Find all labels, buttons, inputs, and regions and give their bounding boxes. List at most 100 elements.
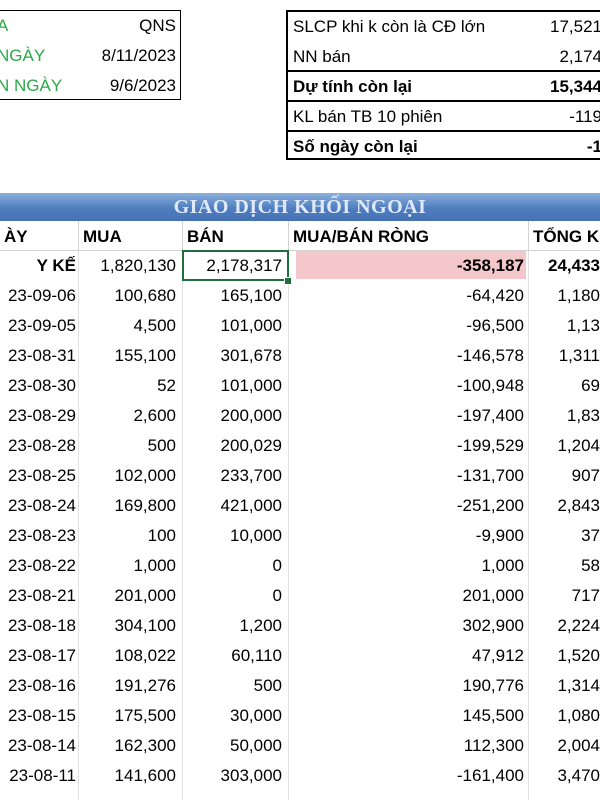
tong-cell[interactable]: 1,83 xyxy=(530,401,600,431)
ticker-row[interactable]: A QNS xyxy=(0,11,180,41)
cumulative-row[interactable]: Y KẾ 1,820,130 2,178,317 -358,187 24,433 xyxy=(0,251,600,281)
mua-cell[interactable]: 2,600 xyxy=(80,401,176,431)
table-row[interactable]: 23-08-30 52 101,000 -100,948 69 xyxy=(0,371,600,401)
ban-cell[interactable]: 50,000 xyxy=(184,731,282,761)
tong-cell[interactable]: 2,843 xyxy=(530,491,600,521)
mua-cell[interactable]: 108,022 xyxy=(80,641,176,671)
mua-cell[interactable]: 1,000 xyxy=(80,551,176,581)
net-cell[interactable]: 145,500 xyxy=(290,701,524,731)
summary-row-threshold[interactable]: SLCP khi k còn là CĐ lớn 17,521 xyxy=(288,12,600,42)
tong-cell[interactable]: 1,520 xyxy=(530,641,600,671)
mua-cell[interactable]: 201,000 xyxy=(80,581,176,611)
ban-cell[interactable]: 200,029 xyxy=(184,431,282,461)
ban-cell[interactable]: 233,700 xyxy=(184,461,282,491)
ban-cell[interactable]: 301,678 xyxy=(184,341,282,371)
date-cell[interactable]: 23-08-21 xyxy=(0,581,76,611)
cumulative-net[interactable]: -358,187 xyxy=(290,251,524,281)
table-row[interactable]: 23-08-15 175,500 30,000 145,500 1,080 xyxy=(0,701,600,731)
ban-cell[interactable]: 200,000 xyxy=(184,401,282,431)
tong-cell[interactable]: 1,180 xyxy=(530,281,600,311)
table-row[interactable]: 23-08-14 162,300 50,000 112,300 2,004 xyxy=(0,731,600,761)
ban-cell[interactable]: 101,000 xyxy=(184,311,282,341)
date-cell[interactable]: 23-08-14 xyxy=(0,731,76,761)
table-row[interactable]: 23-08-22 1,000 0 1,000 58 xyxy=(0,551,600,581)
date-cell[interactable]: 23-09-05 xyxy=(0,311,76,341)
summary-row-foreign-sold[interactable]: NN bán 2,174 xyxy=(288,42,600,72)
header-tong[interactable]: TỔNG K xyxy=(529,221,600,251)
ban-cell[interactable]: 10,000 xyxy=(184,521,282,551)
ban-cell[interactable]: 421,000 xyxy=(184,491,282,521)
net-cell[interactable]: 201,000 xyxy=(290,581,524,611)
mua-cell[interactable]: 102,000 xyxy=(80,461,176,491)
ban-cell[interactable]: 60,110 xyxy=(184,641,282,671)
tong-cell[interactable]: 69 xyxy=(530,371,600,401)
net-cell[interactable]: 47,912 xyxy=(290,641,524,671)
table-row[interactable]: 23-09-06 100,680 165,100 -64,420 1,180 xyxy=(0,281,600,311)
table-row[interactable]: 23-08-25 102,000 233,700 -131,700 907 xyxy=(0,461,600,491)
date-cell[interactable]: 23-08-11 xyxy=(0,761,76,791)
table-row[interactable]: 23-08-18 304,100 1,200 302,900 2,224 xyxy=(0,611,600,641)
net-cell[interactable]: -251,200 xyxy=(290,491,524,521)
tong-cell[interactable]: 717 xyxy=(530,581,600,611)
ban-cell[interactable]: 165,100 xyxy=(184,281,282,311)
mua-cell[interactable]: 175,500 xyxy=(80,701,176,731)
date-cell[interactable]: 23-08-28 xyxy=(0,431,76,461)
table-row[interactable]: 23-08-24 169,800 421,000 -251,200 2,843 xyxy=(0,491,600,521)
net-cell[interactable]: -9,900 xyxy=(290,521,524,551)
tong-cell[interactable]: 1,13 xyxy=(530,311,600,341)
tong-cell[interactable]: 1,311 xyxy=(530,341,600,371)
tong-cell[interactable]: 1,314 xyxy=(530,671,600,701)
table-row[interactable]: 23-08-28 500 200,029 -199,529 1,204 xyxy=(0,431,600,461)
tong-cell[interactable]: 1,204 xyxy=(530,431,600,461)
net-cell[interactable]: -64,420 xyxy=(290,281,524,311)
net-cell[interactable]: -161,400 xyxy=(290,761,524,791)
date-cell[interactable]: 23-09-06 xyxy=(0,281,76,311)
date-cell[interactable]: 23-08-24 xyxy=(0,491,76,521)
tong-cell[interactable]: 58 xyxy=(530,551,600,581)
summary-row-days-left[interactable]: Số ngày còn lại -1 xyxy=(288,130,600,158)
table-row[interactable]: 23-08-21 201,000 0 201,000 717 xyxy=(0,581,600,611)
header-mua[interactable]: MUA xyxy=(79,221,183,251)
summary-row-remaining[interactable]: Dự tính còn lại 15,344 xyxy=(288,70,600,102)
table-row[interactable]: 23-09-05 4,500 101,000 -96,500 1,13 xyxy=(0,311,600,341)
table-row[interactable]: 23-08-11 141,600 303,000 -161,400 3,470 xyxy=(0,761,600,791)
ban-cell[interactable]: 500 xyxy=(184,671,282,701)
mua-cell[interactable]: 100,680 xyxy=(80,281,176,311)
ban-cell[interactable]: 30,000 xyxy=(184,701,282,731)
mua-cell[interactable]: 52 xyxy=(80,371,176,401)
cumulative-mua[interactable]: 1,820,130 xyxy=(80,251,176,281)
mua-cell[interactable]: 155,100 xyxy=(80,341,176,371)
date-cell[interactable]: 23-08-17 xyxy=(0,641,76,671)
mua-cell[interactable]: 100 xyxy=(80,521,176,551)
date-cell[interactable]: 23-08-22 xyxy=(0,551,76,581)
tong-cell[interactable]: 2,224 xyxy=(530,611,600,641)
header-ban[interactable]: BÁN xyxy=(183,221,289,251)
net-cell[interactable]: -199,529 xyxy=(290,431,524,461)
header-net[interactable]: MUA/BÁN RÒNG xyxy=(289,221,529,251)
mua-cell[interactable]: 500 xyxy=(80,431,176,461)
date-cell[interactable]: 23-08-16 xyxy=(0,671,76,701)
summary-row-avg-sell[interactable]: KL bán TB 10 phiên -119 xyxy=(288,100,600,132)
ban-cell[interactable]: 101,000 xyxy=(184,371,282,401)
tong-cell[interactable]: 907 xyxy=(530,461,600,491)
date-cell[interactable]: 23-08-15 xyxy=(0,701,76,731)
tong-cell[interactable]: 37 xyxy=(530,521,600,551)
end-date-row[interactable]: N NGÀY 9/6/2023 xyxy=(0,71,180,101)
net-cell[interactable]: 1,000 xyxy=(290,551,524,581)
table-row[interactable]: 23-08-16 191,276 500 190,776 1,314 xyxy=(0,671,600,701)
tong-cell[interactable]: 2,004 xyxy=(530,731,600,761)
net-cell[interactable]: 302,900 xyxy=(290,611,524,641)
net-cell[interactable]: -96,500 xyxy=(290,311,524,341)
ban-cell[interactable]: 1,200 xyxy=(184,611,282,641)
date-cell[interactable]: 23-08-30 xyxy=(0,371,76,401)
cumulative-label[interactable]: Y KẾ xyxy=(0,251,76,281)
mua-cell[interactable]: 304,100 xyxy=(80,611,176,641)
ban-cell[interactable]: 303,000 xyxy=(184,761,282,791)
mua-cell[interactable]: 162,300 xyxy=(80,731,176,761)
net-cell[interactable]: -146,578 xyxy=(290,341,524,371)
mua-cell[interactable]: 141,600 xyxy=(80,761,176,791)
date-cell[interactable]: 23-08-31 xyxy=(0,341,76,371)
start-date-row[interactable]: NGÀY 8/11/2023 xyxy=(0,41,180,71)
table-row[interactable]: 23-08-29 2,600 200,000 -197,400 1,83 xyxy=(0,401,600,431)
date-cell[interactable]: 23-08-29 xyxy=(0,401,76,431)
